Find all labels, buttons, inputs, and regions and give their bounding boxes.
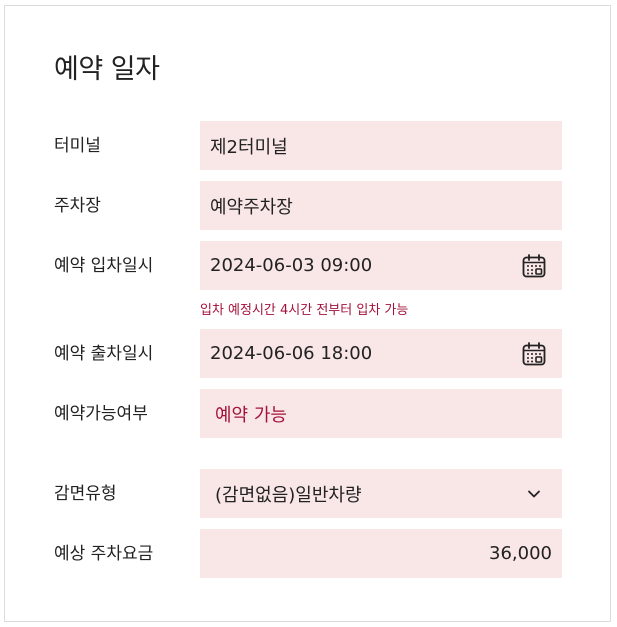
parking-lot-field: 예약주차장 bbox=[200, 181, 562, 230]
entry-datetime-value: 2024-06-03 09:00 bbox=[210, 255, 373, 276]
entry-datetime-label: 예약 입차일시 bbox=[54, 256, 154, 276]
entry-hint-text: 입차 예정시간 4시간 전부터 입차 가능 bbox=[200, 303, 409, 318]
exit-datetime-field[interactable]: 2024-06-06 18:00 bbox=[200, 329, 562, 378]
estimated-fee-label: 예상 주차요금 bbox=[54, 544, 154, 564]
discount-type-label: 감면유형 bbox=[54, 484, 117, 504]
chevron-down-icon[interactable] bbox=[520, 480, 548, 508]
terminal-value: 제2터미널 bbox=[210, 136, 288, 158]
estimated-fee-field: 36,000 bbox=[200, 529, 562, 578]
parking-lot-value: 예약주차장 bbox=[210, 196, 293, 218]
entry-datetime-field[interactable]: 2024-06-03 09:00 bbox=[200, 241, 562, 290]
estimated-fee-value: 36,000 bbox=[489, 543, 552, 564]
discount-type-value: (감면없음)일반차량 bbox=[215, 484, 362, 506]
parking-lot-label: 주차장 bbox=[54, 196, 101, 216]
page-title: 예약 일자 bbox=[54, 54, 160, 85]
terminal-field: 제2터미널 bbox=[200, 121, 562, 170]
availability-value: 예약 가능 bbox=[215, 404, 287, 426]
availability-label: 예약가능여부 bbox=[54, 404, 148, 424]
exit-datetime-label: 예약 출차일시 bbox=[54, 344, 154, 364]
discount-type-select[interactable]: (감면없음)일반차량 bbox=[200, 469, 562, 518]
exit-datetime-value: 2024-06-06 18:00 bbox=[210, 343, 373, 364]
calendar-icon[interactable] bbox=[520, 252, 548, 280]
reservation-date-card: 예약 일자 터미널 제2터미널 주차장 예약주차장 예약 입차일시 2024-0… bbox=[4, 5, 611, 622]
terminal-label: 터미널 bbox=[54, 136, 101, 156]
calendar-icon[interactable] bbox=[520, 340, 548, 368]
availability-field: 예약 가능 bbox=[200, 389, 562, 438]
